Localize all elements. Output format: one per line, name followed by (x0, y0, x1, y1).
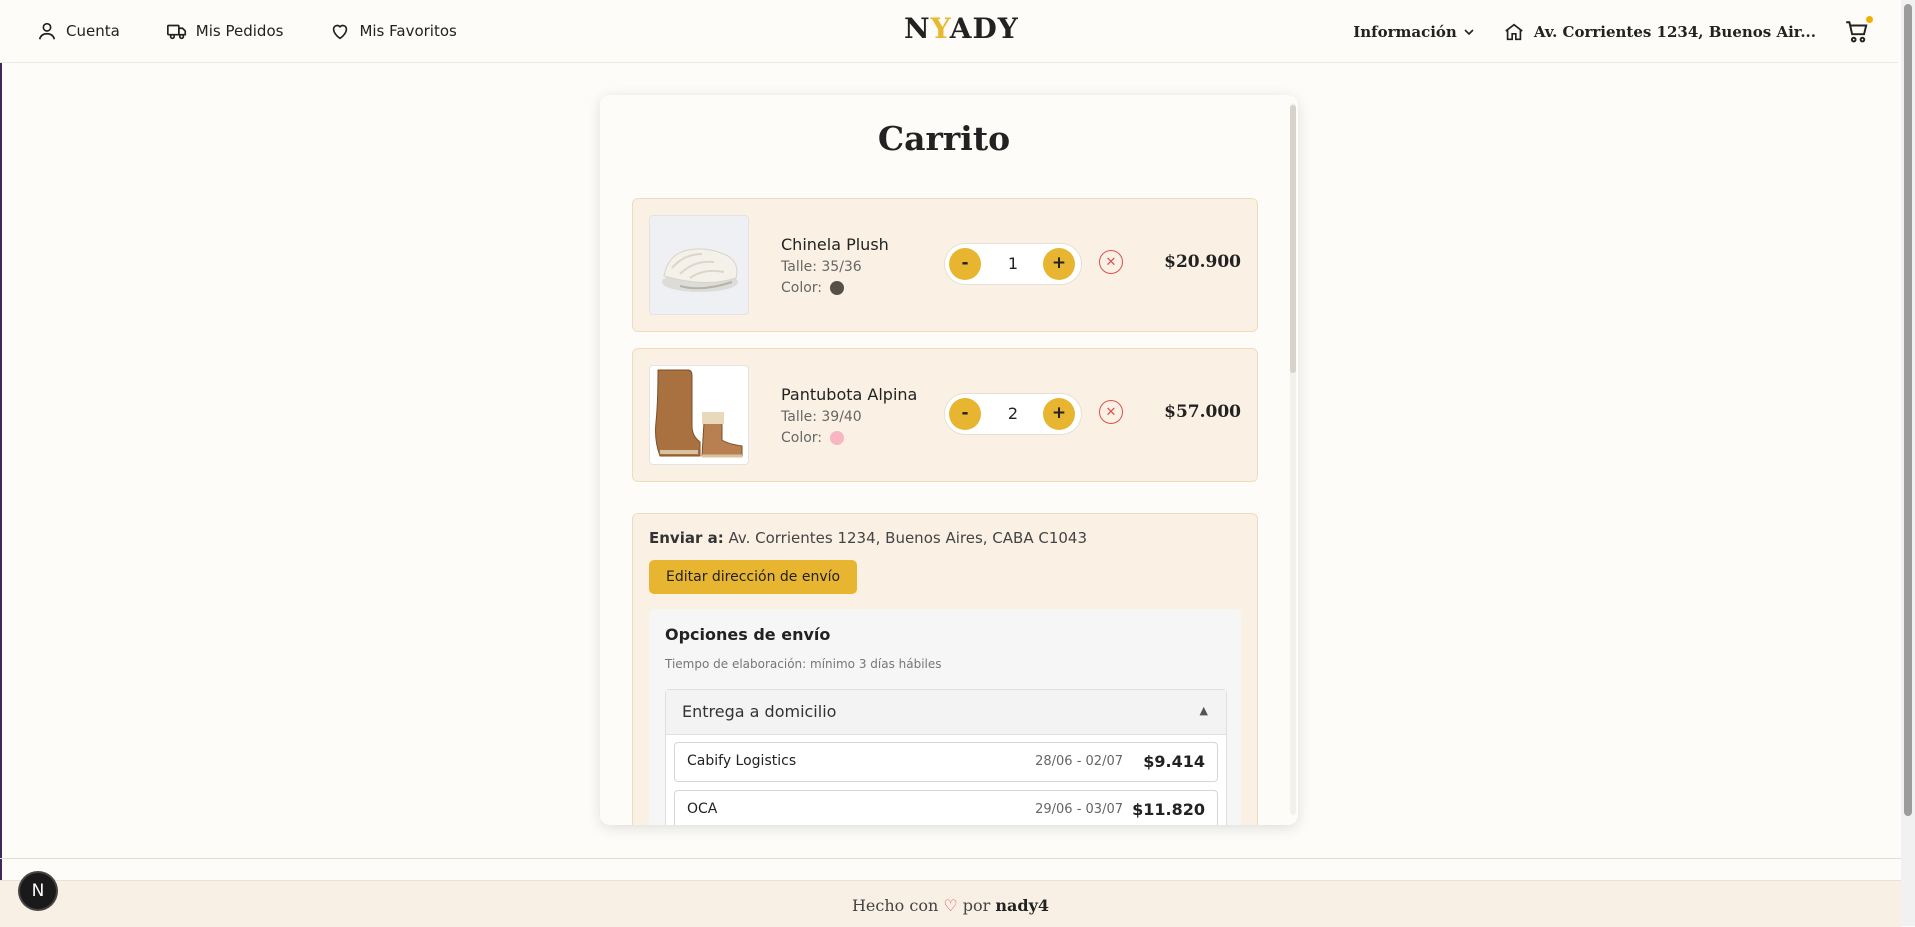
cart-item: Pantubota Alpina Talle: 39/40 Color: - 2… (632, 348, 1258, 482)
page-scrollbar-thumb[interactable] (1904, 4, 1912, 816)
cart-button[interactable] (1844, 16, 1873, 45)
product-name: Chinela Plush (781, 235, 889, 254)
footer-by: por (962, 896, 991, 915)
delivery-method-header[interactable]: Entrega a domicilio ▲ (666, 690, 1226, 735)
nav-favorites-label: Mis Favoritos (359, 22, 457, 40)
carrier-price: $11.820 (1132, 800, 1205, 819)
carrier-option[interactable]: Cabify Logistics 28/06 - 02/07 $9.414 (674, 742, 1218, 782)
user-icon (38, 22, 56, 40)
quantity-stepper: - 2 + (944, 393, 1082, 435)
collapse-arrow-icon: ▲ (1199, 704, 1208, 717)
increase-quantity-button[interactable]: + (1043, 398, 1075, 430)
site-logo[interactable]: NYADY (904, 12, 1019, 45)
truck-icon (166, 24, 186, 40)
home-icon (1505, 23, 1523, 41)
footer-author: nady4 (995, 896, 1050, 915)
cart-panel: Carrito Chinela Plush Talle: 35/36 Color… (600, 95, 1298, 825)
ship-to-label: Enviar a: (649, 529, 724, 547)
nav-account-link[interactable]: Cuenta (36, 20, 120, 42)
info-menu-label: Información (1353, 23, 1457, 41)
cart-badge (1866, 16, 1873, 23)
carrier-price: $9.414 (1143, 752, 1205, 771)
carrier-dates: 28/06 - 02/07 (1035, 754, 1123, 769)
address-label: Av. Corrientes 1234, Buenos Air... (1533, 23, 1816, 41)
item-price: $20.900 (1164, 252, 1241, 272)
edit-address-button[interactable]: Editar dirección de envío (649, 560, 858, 594)
cart-icon (1846, 21, 1868, 43)
shipping-options-title: Opciones de envío (665, 625, 831, 644)
scrollbar-thumb[interactable] (1290, 105, 1296, 373)
footer-credit: Hecho con ♡ por nady4 (0, 896, 1901, 915)
product-color: Color: (781, 430, 845, 446)
site-footer: Hecho con ♡ por nady4 (0, 880, 1901, 927)
heart-icon (333, 24, 348, 40)
logo-part-2: ADY (949, 12, 1019, 45)
footer-made-with: Hecho con (851, 896, 939, 915)
nav-orders-link[interactable]: Mis Pedidos (166, 20, 284, 42)
cart-panel-scrollbar[interactable] (1288, 95, 1298, 825)
product-size: Talle: 39/40 (781, 409, 862, 425)
product-size: Talle: 35/36 (781, 259, 862, 275)
remove-item-button[interactable]: ✕ (1099, 400, 1123, 424)
remove-item-button[interactable]: ✕ (1099, 250, 1123, 274)
page-scrollbar[interactable] (1901, 0, 1915, 926)
shipping-options: Opciones de envío Tiempo de elaboración:… (649, 609, 1241, 825)
product-image[interactable] (649, 365, 749, 465)
quantity-value: 1 (1007, 254, 1019, 273)
color-label: Color: (781, 430, 823, 446)
quantity-stepper: - 1 + (944, 243, 1082, 285)
decrease-quantity-button[interactable]: - (949, 398, 981, 430)
color-swatch (830, 281, 845, 295)
increase-quantity-button[interactable]: + (1043, 248, 1075, 280)
carrier-name: Cabify Logistics (687, 753, 797, 769)
cart-title: Carrito (877, 119, 1011, 158)
production-time-note: Tiempo de elaboración: mínimo 3 días háb… (665, 657, 942, 671)
shipping-section: Enviar a: Av. Corrientes 1234, Buenos Ai… (632, 513, 1258, 825)
item-price: $57.000 (1164, 402, 1241, 422)
header-nav: Cuenta Mis Pedidos Mis Favoritos (36, 20, 457, 42)
boot-image (655, 369, 743, 458)
nav-account-label: Cuenta (66, 22, 120, 40)
cart-item: Chinela Plush Talle: 35/36 Color: - 1 + … (632, 198, 1258, 332)
footer-divider (0, 858, 1901, 859)
nav-orders-label: Mis Pedidos (195, 22, 284, 40)
delivery-method-label: Entrega a domicilio (682, 702, 837, 721)
site-header: Cuenta Mis Pedidos Mis Favoritos NYADY I… (0, 0, 1898, 63)
carrier-name: OCA (687, 801, 718, 817)
color-label: Color: (781, 280, 823, 296)
dev-tools-badge[interactable]: N (20, 873, 56, 909)
logo-accent-letter: Y (930, 12, 950, 45)
carrier-option[interactable]: OCA 29/06 - 03/07 $11.820 (674, 790, 1218, 825)
color-swatch (830, 431, 845, 445)
heart-icon: ♡ (943, 896, 958, 915)
quantity-value: 2 (1007, 404, 1019, 423)
carrier-dates: 29/06 - 03/07 (1035, 802, 1123, 817)
delivery-accordion: Entrega a domicilio ▲ Cabify Logistics 2… (665, 689, 1227, 825)
address-link[interactable]: Av. Corrientes 1234, Buenos Air... (1503, 21, 1816, 43)
slipper-image (662, 248, 738, 292)
nav-favorites-link[interactable]: Mis Favoritos (329, 20, 457, 42)
ship-to-line: Enviar a: Av. Corrientes 1234, Buenos Ai… (649, 529, 1087, 547)
ship-to-address: Av. Corrientes 1234, Buenos Aires, CABA … (728, 529, 1088, 547)
header-right: Información Av. Corrientes 1234, Buenos … (1353, 16, 1873, 45)
product-name: Pantubota Alpina (781, 385, 918, 404)
info-menu[interactable]: Información (1353, 23, 1475, 41)
product-image[interactable] (649, 215, 749, 315)
decrease-quantity-button[interactable]: - (949, 248, 981, 280)
chevron-down-icon (1464, 29, 1474, 36)
window-edge (0, 0, 2, 926)
product-color: Color: (781, 280, 845, 296)
logo-part-1: N (904, 12, 931, 45)
